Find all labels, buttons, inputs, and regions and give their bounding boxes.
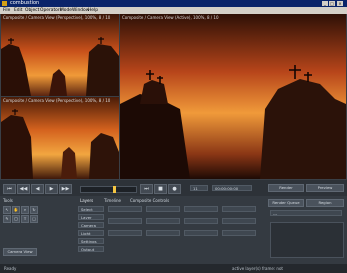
value-readout: --- — [270, 210, 342, 216]
property-field[interactable] — [146, 206, 180, 212]
scene-image — [1, 14, 119, 96]
list-item[interactable]: Output — [78, 246, 104, 252]
title-bar: combustion _ □ × — [0, 0, 347, 7]
mask-tool-icon[interactable]: ◯ — [12, 215, 20, 223]
tab-timeline[interactable]: Timeline — [104, 198, 121, 203]
menu-operators[interactable]: Operators — [40, 7, 62, 14]
property-field[interactable] — [184, 218, 218, 224]
tools-label: Tools — [3, 198, 13, 203]
viewer-label: Composite / Camera View (Active), 100%, … — [122, 15, 219, 20]
status-left: Ready — [4, 266, 17, 271]
menu-help[interactable]: Help — [88, 7, 98, 14]
frame-field[interactable]: 11 — [190, 185, 208, 191]
tab-composite-controls[interactable]: Composite Controls — [130, 198, 169, 203]
window-title: combustion — [10, 0, 40, 6]
status-bar: Ready active layer(s) frame: not — [0, 264, 347, 273]
app-icon — [2, 1, 7, 6]
camera-view-button[interactable]: Camera View — [3, 248, 37, 256]
menu-edit[interactable]: Edit — [14, 7, 23, 14]
step-back-button[interactable]: ◀ — [31, 184, 44, 194]
text-tool-icon[interactable]: T — [21, 215, 29, 223]
paint-tool-icon[interactable]: ✎ — [3, 215, 11, 223]
list-item[interactable]: Select — [78, 206, 104, 212]
scene-image — [120, 14, 346, 179]
viewer-label: Composite / Camera View (Perspective), 1… — [3, 98, 111, 103]
list-item[interactable]: Light — [78, 230, 104, 236]
playhead-marker[interactable] — [113, 186, 116, 193]
timecode-field[interactable]: 00:00:00:00 — [212, 185, 252, 191]
properties-grid — [108, 206, 258, 258]
property-field[interactable] — [222, 230, 256, 236]
first-frame-button[interactable]: ⏮ — [3, 184, 16, 194]
controls-panel: Tools ↖ ✋ ⌕ ↻ ✎ ◯ T □ Layers Timeline Co… — [0, 196, 347, 264]
minimize-button[interactable]: _ — [322, 1, 328, 6]
timeline-slider[interactable] — [80, 186, 137, 193]
maximize-button[interactable]: □ — [329, 1, 335, 6]
list-item[interactable]: Layer — [78, 214, 104, 220]
stop-button[interactable]: ■ — [154, 184, 167, 194]
menu-file[interactable]: File — [3, 7, 10, 14]
rotate-tool-icon[interactable]: ↻ — [30, 206, 38, 214]
viewer-main[interactable]: Composite / Camera View (Active), 100%, … — [120, 14, 346, 179]
last-frame-button[interactable]: ⏭ — [140, 184, 153, 194]
list-item[interactable]: Camera — [78, 222, 104, 228]
menu-mode[interactable]: Mode — [60, 7, 72, 14]
menu-object[interactable]: Object — [25, 7, 39, 14]
viewer-label: Composite / Camera View (Perspective), 1… — [3, 15, 111, 20]
status-right: active layer(s) frame: not — [232, 266, 283, 271]
list-item[interactable]: Settings — [78, 238, 104, 244]
viewer-bottom-left[interactable]: Composite / Camera View (Perspective), 1… — [1, 97, 119, 179]
tab-layers[interactable]: Layers — [80, 198, 93, 203]
preview-button[interactable]: Preview — [306, 184, 344, 192]
shape-tool-icon[interactable]: □ — [30, 215, 38, 223]
property-field[interactable] — [108, 230, 142, 236]
menu-bar: File Edit Object Operators Mode Window H… — [0, 7, 347, 14]
property-field[interactable] — [184, 206, 218, 212]
record-button[interactable]: ● — [168, 184, 181, 194]
play-button[interactable]: ▶ — [45, 184, 58, 194]
property-field[interactable] — [108, 206, 142, 212]
property-field[interactable] — [222, 218, 256, 224]
scene-image — [1, 97, 119, 179]
info-panel — [270, 222, 344, 258]
property-field[interactable] — [146, 218, 180, 224]
region-button[interactable]: Region — [306, 199, 344, 207]
zoom-tool-icon[interactable]: ⌕ — [21, 206, 29, 214]
close-button[interactable]: × — [337, 1, 343, 6]
transport-bar: ⏮ ◀◀ ◀ ▶ ▶▶ ⏭ ■ ● 11 00:00:00:00 Render … — [0, 180, 347, 196]
fast-forward-button[interactable]: ▶▶ — [59, 184, 72, 194]
property-field[interactable] — [184, 230, 218, 236]
select-tool-icon[interactable]: ↖ — [3, 206, 11, 214]
property-field[interactable] — [108, 218, 142, 224]
property-field[interactable] — [146, 230, 180, 236]
viewer-top-left[interactable]: Composite / Camera View (Perspective), 1… — [1, 14, 119, 96]
rewind-button[interactable]: ◀◀ — [17, 184, 30, 194]
menu-window[interactable]: Window — [72, 7, 89, 14]
render-queue-button[interactable]: Render Queue — [268, 199, 304, 207]
hand-tool-icon[interactable]: ✋ — [12, 206, 20, 214]
render-button[interactable]: Render — [268, 184, 304, 192]
property-field[interactable] — [222, 206, 256, 212]
